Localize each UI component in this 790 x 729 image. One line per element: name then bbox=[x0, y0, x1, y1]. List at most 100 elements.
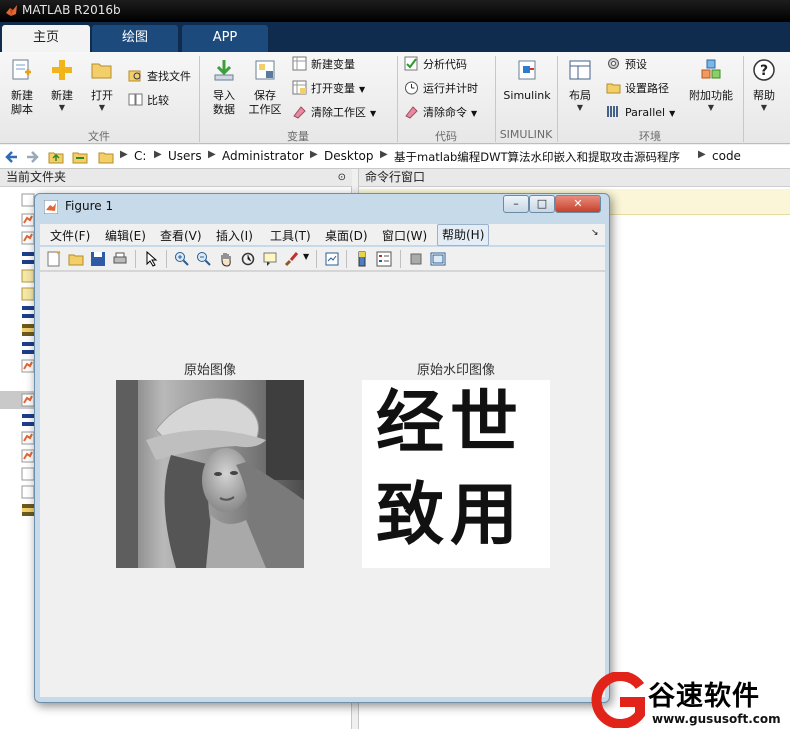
layout-button[interactable]: 布局 ▼ bbox=[564, 58, 596, 113]
close-button[interactable]: ✕ bbox=[555, 195, 601, 213]
matlab-file-icon[interactable] bbox=[21, 431, 35, 445]
rotate-3d-icon[interactable] bbox=[240, 251, 256, 267]
tab-apps[interactable]: APP bbox=[182, 25, 268, 52]
find-files-label: 查找文件 bbox=[147, 70, 191, 83]
figure-file-icon[interactable] bbox=[21, 269, 35, 283]
addons-cubes-icon bbox=[701, 59, 721, 79]
matlab-file-icon[interactable] bbox=[21, 213, 35, 227]
menu-view[interactable]: 查看(V) bbox=[160, 227, 202, 244]
save-workspace-button[interactable]: 保存 工作区 bbox=[246, 58, 284, 117]
bmp-file-icon[interactable] bbox=[21, 341, 35, 355]
menu-desktop[interactable]: 桌面(D) bbox=[325, 227, 368, 244]
new-script-button[interactable]: 新建 脚本 bbox=[6, 58, 38, 117]
link-plot-icon[interactable] bbox=[324, 251, 340, 267]
set-path-label: 设置路径 bbox=[625, 82, 669, 95]
menu-insert[interactable]: 插入(I) bbox=[216, 227, 253, 244]
legend-icon[interactable] bbox=[376, 251, 392, 267]
compare-button[interactable]: 比较 bbox=[128, 92, 169, 112]
dock-arrow-icon[interactable]: ↘ bbox=[591, 228, 599, 238]
browse-folder-icon[interactable] bbox=[72, 149, 88, 165]
import-data-button[interactable]: 导入 数据 bbox=[206, 58, 242, 117]
simulink-button[interactable]: Simulink bbox=[502, 58, 552, 103]
breadcrumb-desktop[interactable]: Desktop bbox=[324, 149, 374, 163]
forward-arrow-icon[interactable] bbox=[24, 149, 40, 165]
chevron-down-icon: ▼ bbox=[58, 103, 66, 112]
brand-logo-icon bbox=[591, 672, 645, 728]
new-figure-icon[interactable] bbox=[46, 251, 62, 267]
figure-toolbar: ▼ bbox=[40, 247, 605, 271]
menu-window[interactable]: 窗口(W) bbox=[382, 227, 427, 244]
group-label-file: 文件 bbox=[88, 130, 110, 143]
breadcrumb-code[interactable]: code bbox=[712, 149, 741, 163]
save-workspace-icon bbox=[255, 60, 275, 80]
file-icon[interactable] bbox=[21, 467, 35, 481]
open-variable-icon bbox=[292, 80, 307, 95]
watermark-text-line-1: 经世 bbox=[376, 384, 525, 463]
jpg-file-icon[interactable] bbox=[21, 323, 35, 337]
run-and-time-label: 运行并计时 bbox=[423, 82, 478, 95]
jpg-file-icon[interactable] bbox=[21, 503, 35, 517]
bmp-file-icon[interactable] bbox=[21, 305, 35, 319]
matlab-file-icon[interactable] bbox=[21, 449, 35, 463]
breadcrumb-project-folder[interactable]: 基于matlab编程DWT算法水印嵌入和提取攻击源码程序 bbox=[394, 149, 680, 165]
figure-file-icon[interactable] bbox=[21, 287, 35, 301]
clear-workspace-button[interactable]: 清除工作区 ▼ bbox=[292, 104, 376, 124]
analyze-code-label: 分析代码 bbox=[423, 58, 467, 71]
brush-dropdown-chevron-icon[interactable]: ▼ bbox=[303, 252, 309, 261]
breadcrumb-administrator[interactable]: Administrator bbox=[222, 149, 304, 163]
data-cursor-icon[interactable] bbox=[262, 251, 278, 267]
matlab-file-icon[interactable] bbox=[21, 359, 35, 373]
new-script-icon bbox=[12, 59, 31, 80]
menu-help[interactable]: 帮助(H) bbox=[437, 224, 490, 246]
tab-plots[interactable]: 绘图 bbox=[92, 25, 178, 52]
breadcrumb-users[interactable]: Users bbox=[168, 149, 202, 163]
save-icon[interactable] bbox=[90, 251, 106, 267]
print-icon[interactable] bbox=[112, 251, 128, 267]
open-button[interactable]: 打开 ▼ bbox=[86, 58, 118, 113]
set-path-button[interactable]: 设置路径 bbox=[606, 80, 669, 100]
bmp-file-icon[interactable] bbox=[21, 413, 35, 427]
pan-hand-icon[interactable] bbox=[218, 251, 234, 267]
colorbar-icon[interactable] bbox=[354, 251, 370, 267]
matlab-file-icon[interactable] bbox=[21, 231, 35, 245]
run-and-time-button[interactable]: 运行并计时 bbox=[404, 80, 478, 100]
find-files-button[interactable]: 查找文件 bbox=[128, 68, 191, 88]
bmp-file-icon[interactable] bbox=[21, 251, 35, 265]
show-plot-tools-icon[interactable] bbox=[430, 251, 446, 267]
back-arrow-icon[interactable] bbox=[4, 149, 20, 165]
file-icon[interactable] bbox=[21, 485, 35, 499]
clear-commands-button[interactable]: 清除命令 ▼ bbox=[404, 104, 477, 124]
breadcrumb-separator: ▶ bbox=[208, 149, 216, 160]
pointer-arrow-icon[interactable] bbox=[144, 251, 160, 267]
zoom-out-icon[interactable] bbox=[196, 251, 212, 267]
parallel-button[interactable]: Parallel ▼ bbox=[606, 104, 675, 124]
maximize-button[interactable]: □ bbox=[529, 195, 555, 213]
addons-button[interactable]: 附加功能 ▼ bbox=[686, 58, 736, 113]
help-button[interactable]: ? 帮助 ▼ bbox=[748, 58, 780, 113]
clear-commands-icon bbox=[405, 106, 418, 119]
watermark-text-line-2: 致用 bbox=[376, 476, 525, 555]
panel-menu-chevron-icon[interactable]: ⊙ bbox=[338, 169, 346, 186]
matlab-file-icon[interactable] bbox=[21, 393, 35, 407]
brush-icon[interactable] bbox=[284, 251, 300, 267]
menu-edit[interactable]: 编辑(E) bbox=[105, 227, 146, 244]
current-folder-header: 当前文件夹 ⊙ bbox=[0, 169, 352, 187]
open-variable-button[interactable]: 打开变量 ▼ bbox=[292, 80, 365, 100]
simulink-icon bbox=[518, 60, 536, 80]
up-folder-icon[interactable] bbox=[48, 149, 64, 165]
breadcrumb-drive[interactable]: C: bbox=[134, 149, 146, 163]
analyze-code-button[interactable]: 分析代码 bbox=[404, 56, 467, 76]
hide-plot-tools-icon[interactable] bbox=[408, 251, 424, 267]
new-button[interactable]: 新建 ▼ bbox=[46, 58, 78, 113]
tab-home[interactable]: 主页 bbox=[2, 25, 90, 52]
file-icon[interactable] bbox=[21, 193, 35, 207]
menu-tools[interactable]: 工具(T) bbox=[270, 227, 311, 244]
open-file-icon[interactable] bbox=[68, 251, 84, 267]
current-folder-address-bar: ▶ C: ▶ Users ▶ Administrator ▶ Desktop ▶… bbox=[0, 145, 790, 169]
new-variable-button[interactable]: 新建变量 bbox=[292, 56, 355, 76]
zoom-in-icon[interactable] bbox=[174, 251, 190, 267]
preferences-button[interactable]: 预设 bbox=[606, 56, 647, 76]
brand-url: www.gususoft.com bbox=[652, 712, 781, 726]
menu-file[interactable]: 文件(F) bbox=[50, 227, 90, 244]
minimize-button[interactable]: – bbox=[503, 195, 529, 213]
